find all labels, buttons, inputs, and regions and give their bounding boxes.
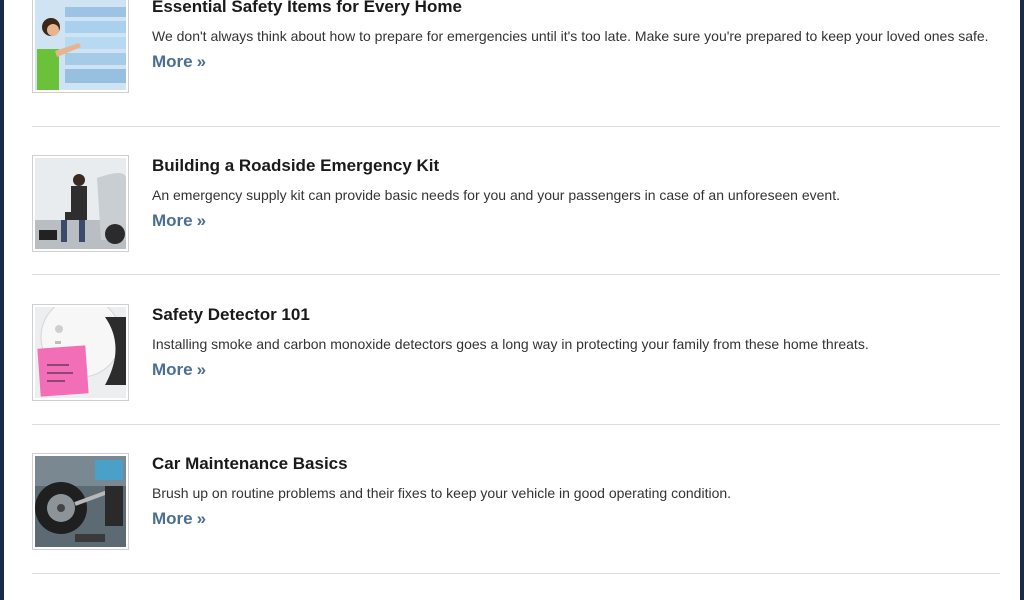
woman-shopping-image[interactable] <box>32 0 129 93</box>
double-chevron-icon: » <box>196 211 207 230</box>
article-title[interactable]: Car Maintenance Basics <box>152 453 992 475</box>
list-item: Building a Roadside Emergency Kit An eme… <box>32 155 1000 275</box>
roadside-man-image[interactable] <box>32 155 129 252</box>
list-item: Car Maintenance Basics Brush up on routi… <box>32 453 1000 574</box>
article-title[interactable]: Building a Roadside Emergency Kit <box>152 155 992 177</box>
tire-change-image[interactable] <box>32 453 129 550</box>
tire-change-icon <box>35 456 126 547</box>
article-description: We don't always think about how to prepa… <box>152 28 989 44</box>
more-link[interactable]: More» <box>152 211 206 231</box>
woman-shopping-icon <box>35 0 126 90</box>
more-label: More <box>152 360 193 379</box>
more-link[interactable]: More» <box>152 360 206 380</box>
more-link[interactable]: More» <box>152 509 206 529</box>
roadside-man-icon <box>35 158 126 249</box>
double-chevron-icon: » <box>196 52 207 71</box>
more-label: More <box>152 509 193 528</box>
smoke-detector-image[interactable] <box>32 304 129 401</box>
article-title[interactable]: Safety Detector 101 <box>152 304 992 326</box>
page-frame: Essential Safety Items for Every Home We… <box>0 0 1024 600</box>
more-label: More <box>152 52 193 71</box>
article-description: Brush up on routine problems and their f… <box>152 485 732 501</box>
double-chevron-icon: » <box>196 360 207 379</box>
double-chevron-icon: » <box>196 509 207 528</box>
article-description: An emergency supply kit can provide basi… <box>152 187 840 203</box>
list-item: Safety Detector 101 Installing smoke and… <box>32 304 1000 425</box>
more-link[interactable]: More» <box>152 52 206 72</box>
more-label: More <box>152 211 193 230</box>
article-description: Installing smoke and carbon monoxide det… <box>152 336 869 352</box>
smoke-detector-icon <box>35 307 126 398</box>
article-title[interactable]: Essential Safety Items for Every Home <box>152 0 992 18</box>
list-item: Essential Safety Items for Every Home We… <box>32 0 1000 127</box>
